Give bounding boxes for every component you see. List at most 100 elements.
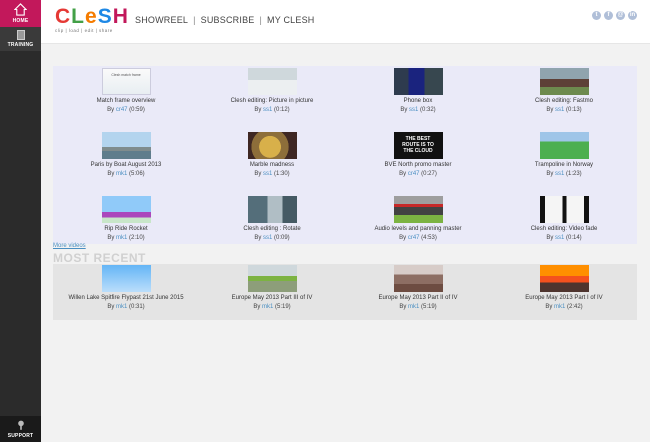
featured-video-tile[interactable]: Paris by Boat August 2013 By mk1 (5:06) (53, 132, 199, 177)
video-byline: By mk1 (5:19) (199, 304, 345, 310)
logo-tagline: clip | load | edit | share (55, 28, 113, 33)
most-recent-heading: MOST RECENT (53, 251, 146, 265)
twitter-icon[interactable]: t (592, 11, 601, 20)
featured-video-tile[interactable]: Clesh match frame Match frame overview By … (53, 68, 199, 113)
video-title[interactable]: Europe May 2013 Part I of IV (491, 295, 637, 301)
video-title[interactable]: Willen Lake Spitfire Flypast 21st June 2… (53, 295, 199, 301)
nav-showreel[interactable]: SHOWREEL (135, 15, 188, 25)
header: CLeSH clip | load | edit | share SHOWREE… (41, 0, 650, 44)
byline-prefix: By (254, 235, 263, 241)
recent-video-tile[interactable]: Willen Lake Spitfire Flypast 21st June 2… (53, 265, 199, 310)
video-author-link[interactable]: cr47 (408, 171, 420, 177)
featured-video-tile[interactable]: Phone box By ss1 (0:32) (345, 68, 491, 113)
video-thumbnail[interactable] (247, 132, 297, 159)
video-thumbnail[interactable] (101, 132, 151, 159)
video-title[interactable]: Match frame overview (53, 98, 199, 104)
video-thumbnail[interactable] (247, 68, 297, 95)
video-duration: (5:19) (419, 304, 437, 310)
facebook-icon[interactable]: f (604, 11, 613, 20)
video-author-link[interactable]: mk1 (554, 304, 565, 310)
nav-my-clesh[interactable]: MY CLESH (267, 15, 314, 25)
byline-prefix: By (399, 171, 408, 177)
video-title[interactable]: Clesh editing: Video fade (491, 226, 637, 232)
video-author-link[interactable]: mk1 (262, 304, 273, 310)
featured-videos: Clesh match frame Match frame overview By … (53, 66, 637, 244)
video-title[interactable]: Europe May 2013 Part II of IV (345, 295, 491, 301)
video-author-link[interactable]: ss1 (263, 107, 272, 113)
video-title[interactable]: Rip Ride Rocket (53, 226, 199, 232)
logo[interactable]: CLeSH clip | load | edit | share (55, 6, 128, 36)
featured-video-tile[interactable]: THE BEST ROUTE IS TO THE CLOUD BVE North … (345, 132, 491, 177)
video-thumbnail[interactable] (247, 196, 297, 223)
video-duration: (0:31) (127, 304, 145, 310)
video-byline: By mk1 (2:10) (53, 235, 199, 241)
video-thumbnail[interactable]: THE BEST ROUTE IS TO THE CLOUD (393, 132, 443, 159)
video-author-link[interactable]: ss1 (555, 171, 564, 177)
video-author-link[interactable]: mk1 (116, 304, 127, 310)
video-title[interactable]: Europe May 2013 Part III of IV (199, 295, 345, 301)
video-title[interactable]: Clesh editing: Picture in picture (199, 98, 345, 104)
nav-support[interactable]: SUPPORT (0, 416, 41, 442)
featured-video-tile[interactable]: Clesh editing: Picture in picture By ss1 … (199, 68, 345, 113)
video-title[interactable]: Trampoline in Norway (491, 162, 637, 168)
video-thumbnail[interactable] (539, 265, 589, 292)
email-icon[interactable]: @ (616, 11, 625, 20)
video-author-link[interactable]: mk1 (116, 171, 127, 177)
video-thumbnail[interactable] (247, 265, 297, 292)
video-title[interactable]: Clesh editing : Rotate (199, 226, 345, 232)
video-byline: By mk1 (5:06) (53, 171, 199, 177)
video-title[interactable]: Paris by Boat August 2013 (53, 162, 199, 168)
video-thumbnail[interactable] (539, 68, 589, 95)
video-duration: (1:30) (272, 171, 290, 177)
featured-video-tile[interactable]: Audio levels and panning master By cr47 (… (345, 196, 491, 241)
thumbnail-caption: Clesh match frame (111, 73, 141, 77)
video-byline: By ss1 (0:12) (199, 107, 345, 113)
video-title[interactable]: Phone box (345, 98, 491, 104)
featured-video-tile[interactable]: Marble madness By ss1 (1:30) (199, 132, 345, 177)
featured-video-tile[interactable]: Clesh editing: Video fade By ss1 (0:14) (491, 196, 637, 241)
recent-video-tile[interactable]: Europe May 2013 Part III of IV By mk1 (5:… (199, 265, 345, 310)
video-author-link[interactable]: ss1 (555, 107, 564, 113)
video-title[interactable]: BVE North promo master (345, 162, 491, 168)
video-thumbnail[interactable] (393, 68, 443, 95)
linkedin-icon[interactable]: in (628, 11, 637, 20)
video-author-link[interactable]: mk1 (408, 304, 419, 310)
video-duration: (1:23) (564, 171, 582, 177)
nav-subscribe[interactable]: SUBSCRIBE (201, 15, 255, 25)
byline-prefix: By (254, 107, 263, 113)
video-thumbnail[interactable] (393, 265, 443, 292)
video-author-link[interactable]: ss1 (263, 171, 272, 177)
video-thumbnail[interactable] (101, 265, 151, 292)
thumbnail-caption: THE BEST ROUTE IS TO THE CLOUD (402, 136, 434, 154)
video-thumbnail[interactable]: Clesh match frame (101, 68, 151, 95)
more-videos-link[interactable]: More videos (53, 243, 86, 249)
recent-video-tile[interactable]: Europe May 2013 Part II of IV By mk1 (5:1… (345, 265, 491, 310)
byline-prefix: By (107, 235, 116, 241)
nav-training[interactable]: TRAINING (0, 27, 41, 51)
video-title[interactable]: Audio levels and panning master (345, 226, 491, 232)
video-author-link[interactable]: ss1 (409, 107, 418, 113)
video-author-link[interactable]: ss1 (555, 235, 564, 241)
video-thumbnail[interactable] (101, 196, 151, 223)
featured-video-tile[interactable]: Trampoline in Norway By ss1 (1:23) (491, 132, 637, 177)
video-title[interactable]: Clesh editing: Fastmo (491, 98, 637, 104)
video-thumbnail[interactable] (539, 196, 589, 223)
byline-prefix: By (399, 235, 408, 241)
video-title[interactable]: Marble madness (199, 162, 345, 168)
video-author-link[interactable]: cr47 (408, 235, 420, 241)
byline-prefix: By (107, 171, 116, 177)
nav-training-label: TRAINING (7, 42, 34, 48)
video-author-link[interactable]: cr47 (116, 107, 128, 113)
home-icon (14, 3, 27, 16)
video-author-link[interactable]: mk1 (116, 235, 127, 241)
featured-video-tile[interactable]: Clesh editing : Rotate By ss1 (0:09) (199, 196, 345, 241)
video-thumbnail[interactable] (393, 196, 443, 223)
featured-video-tile[interactable]: Clesh editing: Fastmo By ss1 (0:13) (491, 68, 637, 113)
byline-prefix: By (546, 171, 555, 177)
video-author-link[interactable]: ss1 (263, 235, 272, 241)
video-byline: By cr47 (4:53) (345, 235, 491, 241)
video-thumbnail[interactable] (539, 132, 589, 159)
featured-video-tile[interactable]: Rip Ride Rocket By mk1 (2:10) (53, 196, 199, 241)
nav-home[interactable]: HOME (0, 0, 41, 27)
recent-video-tile[interactable]: Europe May 2013 Part I of IV By mk1 (2:42… (491, 265, 637, 310)
